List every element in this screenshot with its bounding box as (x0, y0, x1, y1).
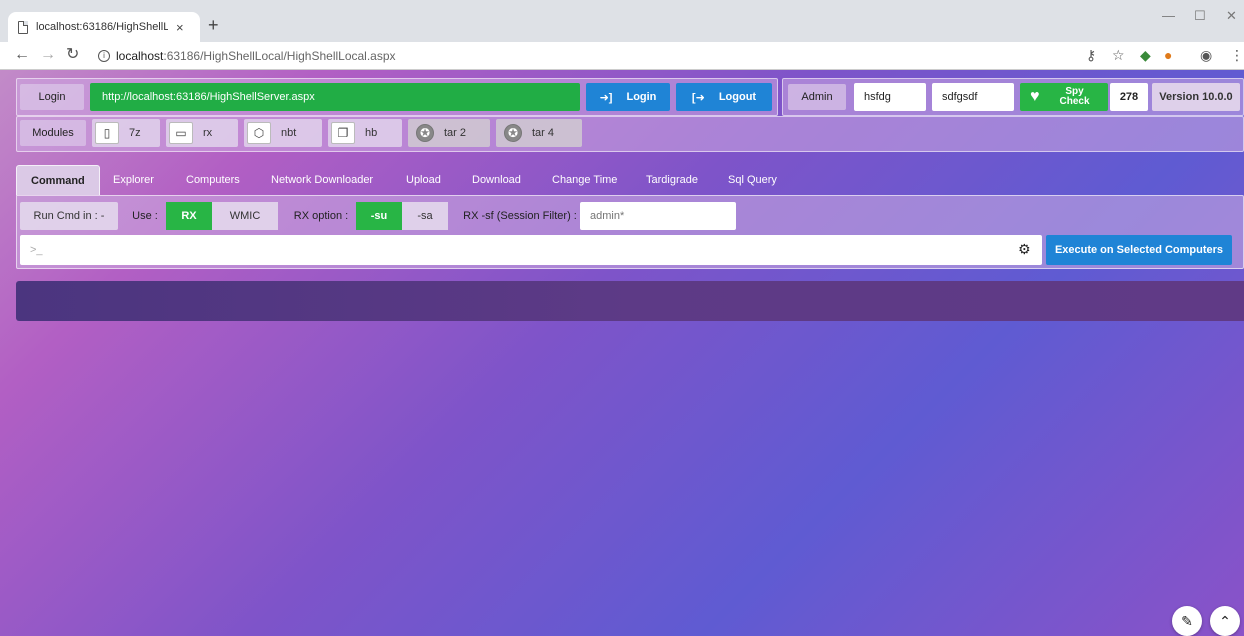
server-url-input[interactable]: http://localhost:63186/HighShellServer.a… (90, 83, 580, 111)
tab-change-time[interactable]: Change Time (552, 165, 617, 195)
paint-brush-icon[interactable]: ✎ (1172, 606, 1202, 636)
spy-check-button[interactable]: ♥ Spy Check (1020, 83, 1108, 111)
tab-close-icon[interactable]: × (176, 20, 184, 35)
tab-sql-query[interactable]: Sql Query (728, 165, 777, 195)
browser-tabstrip: localhost:63186/HighShellLocal/ × + — ☐ … (0, 0, 1244, 42)
admin-label: Admin (788, 84, 846, 110)
module-label: tar 2 (444, 127, 467, 139)
option-su-toggle[interactable]: -su (356, 202, 402, 230)
module-label: hb (365, 127, 378, 139)
tab-explorer[interactable]: Explorer (113, 165, 154, 195)
command-input[interactable]: >_ (20, 235, 1042, 265)
menu-icon[interactable]: ⋮ (1230, 47, 1244, 64)
output-panel (16, 281, 1244, 321)
minimize-icon[interactable]: — (1162, 8, 1175, 23)
logout-button[interactable]: [➜ Logout (676, 83, 772, 111)
extension-icon[interactable]: ◆ (1140, 47, 1151, 64)
login-button[interactable]: ➜] Login (586, 83, 670, 111)
tab-download[interactable]: Download (472, 165, 521, 195)
module-label: 7z (129, 127, 141, 139)
page-icon (18, 20, 28, 34)
module-7z[interactable]: ▯ 7z (92, 119, 160, 147)
browser-toolbar: ← → ↻ i localhost:63186/HighShellLocal/H… (0, 42, 1244, 70)
heart-icon: ♥ (1030, 88, 1040, 105)
profile-icon[interactable]: ◉ (1200, 47, 1212, 64)
back-arrow-icon[interactable]: ← (14, 46, 30, 64)
scroll-up-icon[interactable]: ⌃ (1210, 606, 1240, 636)
execute-button[interactable]: Execute on Selected Computers (1046, 235, 1232, 265)
app-page: Login http://localhost:63186/HighShellSe… (0, 70, 1244, 636)
reload-icon[interactable]: ↻ (66, 46, 79, 64)
browser-tab-title: localhost:63186/HighShellLocal/ (36, 21, 168, 33)
sign-out-icon: [➜ (691, 91, 705, 104)
logout-button-label: Logout (718, 91, 757, 103)
tab-network-downloader[interactable]: Network Downloader (271, 165, 373, 195)
forward-arrow-icon[interactable]: → (40, 46, 56, 64)
username-input[interactable]: hsfdg (854, 83, 926, 111)
use-rx-toggle[interactable]: RX (166, 202, 212, 230)
session-filter-label: RX -sf (Session Filter) : (463, 210, 577, 222)
option-sa-toggle[interactable]: -sa (402, 202, 448, 230)
url-host: localhost (116, 49, 164, 63)
login-label: Login (20, 84, 84, 110)
tab-upload[interactable]: Upload (406, 165, 441, 195)
monitor-icon: ▭ (169, 122, 193, 144)
browser-tab[interactable]: localhost:63186/HighShellLocal/ × (8, 12, 200, 42)
run-cmd-in-button[interactable]: Run Cmd in : - (20, 202, 118, 230)
gear-icon[interactable]: ⚙ (1018, 241, 1031, 258)
module-label: nbt (281, 127, 297, 139)
archive-icon: ▯ (95, 122, 119, 144)
rx-option-label: RX option : (293, 210, 349, 222)
modules-label: Modules (20, 120, 86, 146)
tab-tardigrade[interactable]: Tardigrade (646, 165, 698, 195)
login-button-label: Login (626, 91, 657, 103)
star-icon[interactable]: ☆ (1112, 47, 1125, 64)
module-hb[interactable]: ❐ hb (328, 119, 402, 147)
module-label: tar 4 (532, 127, 555, 139)
accessibility-icon: ✪ (416, 124, 434, 142)
spy-count: 278 (1110, 83, 1148, 111)
accessibility-icon: ✪ (504, 124, 522, 142)
address-bar[interactable]: i localhost:63186/HighShellLocal/HighShe… (98, 46, 1058, 66)
use-label: Use : (132, 210, 158, 222)
sign-in-icon: ➜] (599, 91, 613, 104)
module-nbt[interactable]: ⬡ nbt (244, 119, 322, 147)
password-input[interactable]: sdfgsdf (932, 83, 1014, 111)
maximize-icon[interactable]: ☐ (1194, 8, 1206, 24)
session-filter-input[interactable] (580, 202, 736, 230)
hexagon-icon: ⬡ (247, 122, 271, 144)
spy-check-label-2: Check (1059, 96, 1090, 107)
version-label: Version 10.0.0 (1152, 83, 1240, 111)
copy-icon: ❐ (331, 122, 355, 144)
window-close-icon[interactable]: ✕ (1226, 8, 1237, 24)
key-icon[interactable]: ⚷ (1086, 47, 1096, 64)
module-label: rx (203, 127, 213, 139)
info-icon[interactable]: i (98, 50, 110, 62)
module-rx[interactable]: ▭ rx (166, 119, 238, 147)
new-tab-button[interactable]: + (208, 16, 219, 34)
tab-computers[interactable]: Computers (186, 165, 240, 195)
tab-command[interactable]: Command (16, 165, 100, 195)
use-wmic-toggle[interactable]: WMIC (212, 202, 278, 230)
url-path: :63186/HighShellLocal/HighShellLocal.asp… (163, 49, 396, 63)
extension-icon-2[interactable]: ● (1164, 47, 1172, 63)
module-tar4[interactable]: ✪ tar 4 (496, 119, 582, 147)
module-tar2[interactable]: ✪ tar 2 (408, 119, 490, 147)
